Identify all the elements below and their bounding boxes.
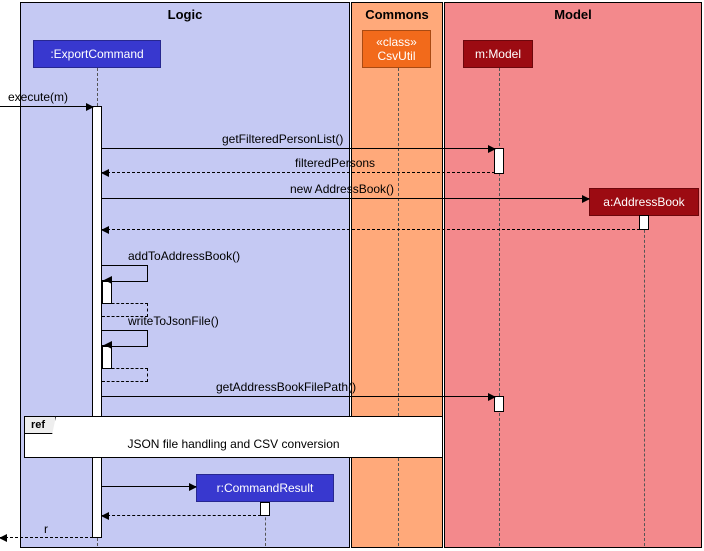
getfiltered-arrow — [102, 148, 495, 149]
csv-util-name: CsvUtil — [369, 49, 424, 63]
writetojson-return — [102, 368, 148, 382]
model-container: Model — [444, 2, 702, 548]
addressbook-box: a:AddressBook — [589, 188, 699, 216]
addtoaddressbook-label: addToAddressBook() — [128, 249, 240, 263]
logic-header: Logic — [21, 3, 349, 26]
newaddressbook-label: new AddressBook() — [290, 182, 394, 196]
filteredpersons-arrow — [102, 172, 495, 173]
csv-util-stereo: «class» — [369, 35, 424, 49]
ref-box: ref JSON file handling and CSV conversio… — [24, 416, 443, 458]
addressbook-return-arrow — [102, 229, 640, 230]
csv-util-box: «class» CsvUtil — [362, 30, 431, 68]
return-r-arrow — [0, 537, 93, 538]
commandresult-box: r:CommandResult — [196, 474, 334, 502]
ref-text: JSON file handling and CSV conversion — [25, 437, 442, 451]
writetojson-arrowhead — [104, 341, 112, 349]
export-command-box: :ExportCommand — [33, 40, 161, 68]
model-header: Model — [445, 3, 701, 26]
filteredpersons-label: filteredPersons — [295, 156, 375, 170]
addtoaddressbook-arrowhead — [104, 276, 112, 284]
getfilepath-arrow — [102, 396, 495, 397]
commons-container: Commons — [351, 2, 443, 548]
logic-container: Logic — [20, 2, 350, 548]
ref-tag: ref — [24, 416, 56, 434]
addressbook-activation — [639, 215, 649, 230]
model-box: m:Model — [463, 40, 533, 68]
commandresult-label: r:CommandResult — [217, 481, 314, 495]
execute-arrow — [0, 106, 93, 107]
addressbook-label: a:AddressBook — [603, 195, 684, 209]
execute-label: execute(m) — [8, 90, 68, 104]
commons-header: Commons — [352, 3, 442, 26]
commandresult-activation — [260, 502, 270, 516]
getfilepath-label: getAddressBookFilePath() — [216, 380, 356, 394]
newaddressbook-arrow — [102, 198, 589, 199]
create-commandresult-arrow — [102, 486, 196, 487]
addressbook-lifeline — [644, 215, 645, 546]
model-lifeline — [499, 68, 500, 546]
commandresult-return-arrow — [102, 515, 261, 516]
writetojson-label: writeToJsonFile() — [128, 314, 219, 328]
getfiltered-label: getFilteredPersonList() — [222, 132, 343, 146]
return-r-label: r — [44, 522, 48, 536]
export-command-label: :ExportCommand — [50, 47, 143, 61]
csv-util-lifeline — [398, 68, 399, 546]
model-label: m:Model — [475, 47, 521, 61]
